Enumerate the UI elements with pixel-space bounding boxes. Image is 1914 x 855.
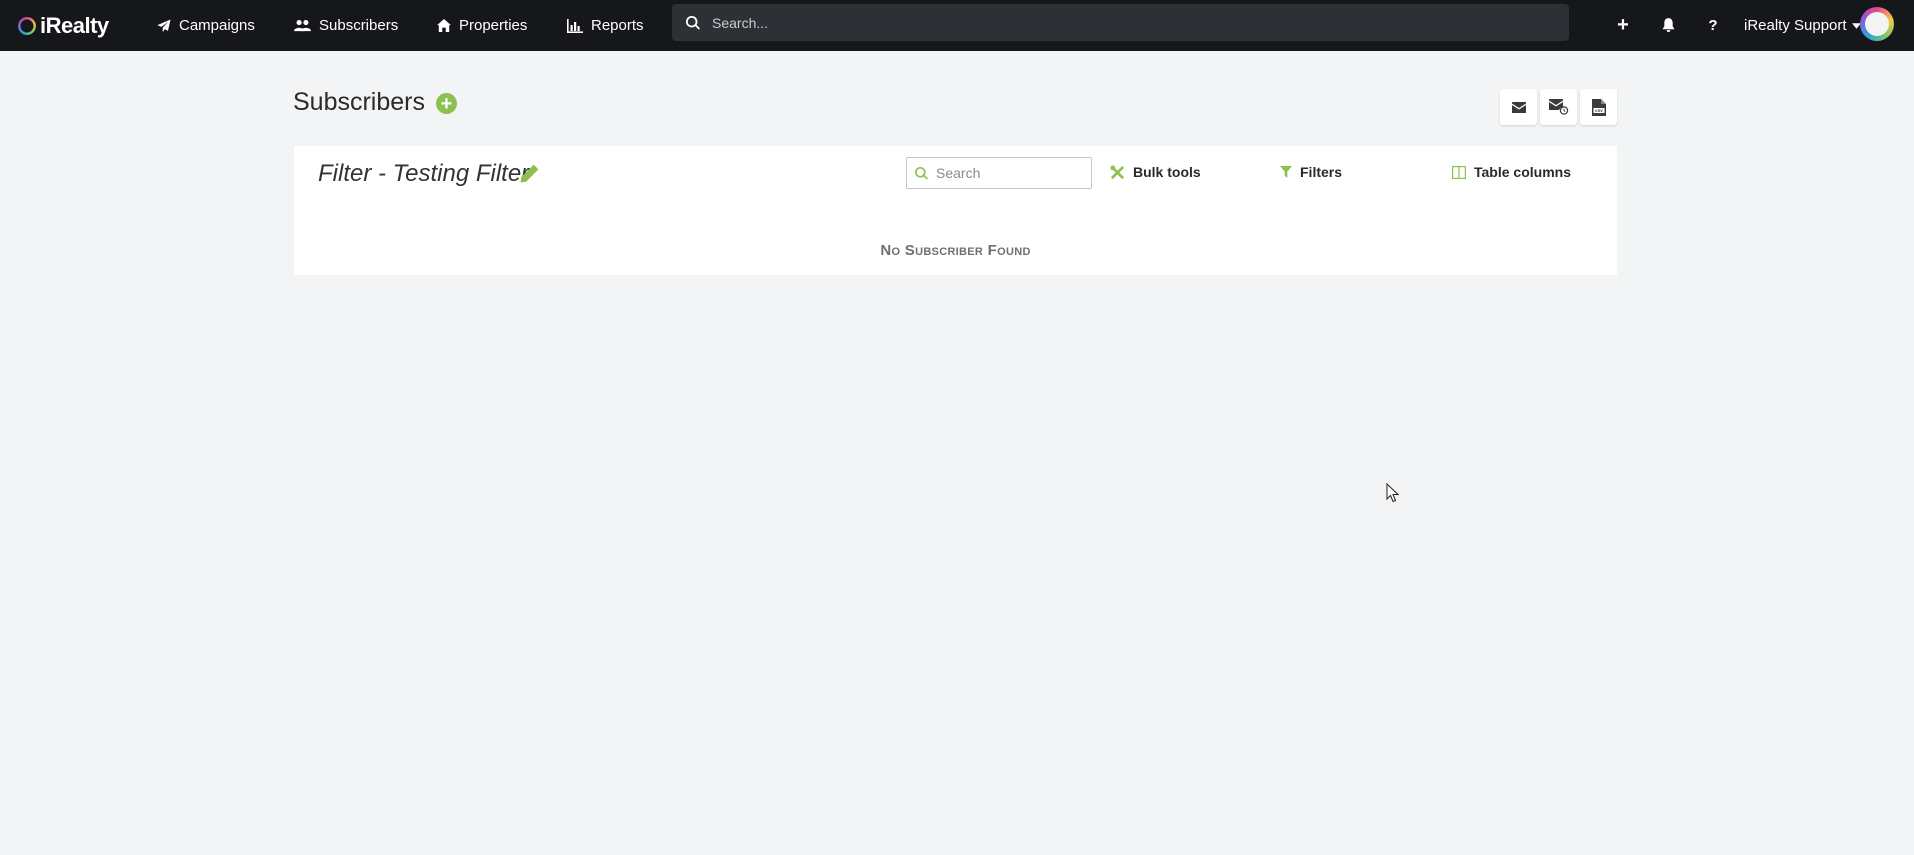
filter-title: Filter - Testing Filter <box>318 160 530 187</box>
page-title: Subscribers <box>293 88 425 116</box>
question-icon: ? <box>1708 17 1718 34</box>
nav-item-label: Properties <box>459 17 528 34</box>
table-columns-button[interactable]: Table columns <box>1452 157 1571 187</box>
filters-label: Filters <box>1300 164 1343 180</box>
add-new-button[interactable]: + <box>1611 0 1635 51</box>
export-csv-button[interactable]: csv <box>1580 89 1617 125</box>
paper-plane-icon <box>157 18 171 32</box>
user-menu[interactable]: iRealty Support <box>1744 0 1861 51</box>
empty-state-message: No Subscriber Found <box>880 242 1031 259</box>
svg-text:csv: csv <box>1595 108 1603 113</box>
filter-funnel-icon <box>1280 166 1292 178</box>
mouse-pointer-icon <box>1386 483 1400 503</box>
user-name: iRealty Support <box>1744 17 1847 34</box>
nav-item-label: Campaigns <box>179 17 255 34</box>
scheduled-email-button[interactable] <box>1540 89 1577 125</box>
logo-ring-icon <box>18 16 36 35</box>
bulk-tools-button[interactable]: Bulk tools <box>1110 157 1201 187</box>
global-search-input[interactable] <box>710 13 1554 32</box>
help-button[interactable]: ? <box>1701 0 1725 51</box>
nav-item-label: Reports <box>591 17 644 34</box>
brand-logo[interactable]: iRealty <box>18 10 109 41</box>
top-navbar: iRealty Campaigns Subscribers Properties… <box>0 0 1914 51</box>
home-icon <box>437 19 451 32</box>
global-search <box>672 4 1569 41</box>
subscribers-panel: Filter - Testing Filter Bulk tools Filte… <box>294 146 1617 275</box>
bulk-tools-label: Bulk tools <box>1133 164 1201 180</box>
nav-item-campaigns[interactable]: Campaigns <box>157 0 255 51</box>
pencil-icon[interactable] <box>520 164 539 183</box>
nav-item-properties[interactable]: Properties <box>437 0 527 51</box>
subscriber-search-input[interactable] <box>934 164 1088 182</box>
plus-icon: + <box>1617 14 1629 36</box>
bar-chart-icon <box>567 18 583 33</box>
avatar[interactable] <box>1860 7 1894 41</box>
users-icon <box>294 19 311 31</box>
nav-item-reports[interactable]: Reports <box>567 0 644 51</box>
nav-item-subscribers[interactable]: Subscribers <box>294 0 398 51</box>
search-icon <box>915 166 928 180</box>
nav-item-label: Subscribers <box>319 17 399 34</box>
bell-icon <box>1661 18 1675 32</box>
envelope-icon <box>1511 101 1526 113</box>
plus-circle-icon: + <box>440 92 453 115</box>
search-icon <box>686 15 700 30</box>
csv-file-icon: csv <box>1591 98 1606 116</box>
email-button[interactable] <box>1500 89 1537 125</box>
tools-icon <box>1110 164 1125 179</box>
subscriber-search <box>906 157 1092 189</box>
scheduled-envelope-icon <box>1548 99 1568 115</box>
brand-name: iRealty <box>40 12 109 38</box>
columns-icon <box>1452 165 1466 179</box>
add-subscriber-button[interactable]: + <box>436 93 457 114</box>
table-columns-label: Table columns <box>1474 164 1571 180</box>
notifications-button[interactable] <box>1656 0 1680 51</box>
filters-button[interactable]: Filters <box>1280 157 1342 187</box>
